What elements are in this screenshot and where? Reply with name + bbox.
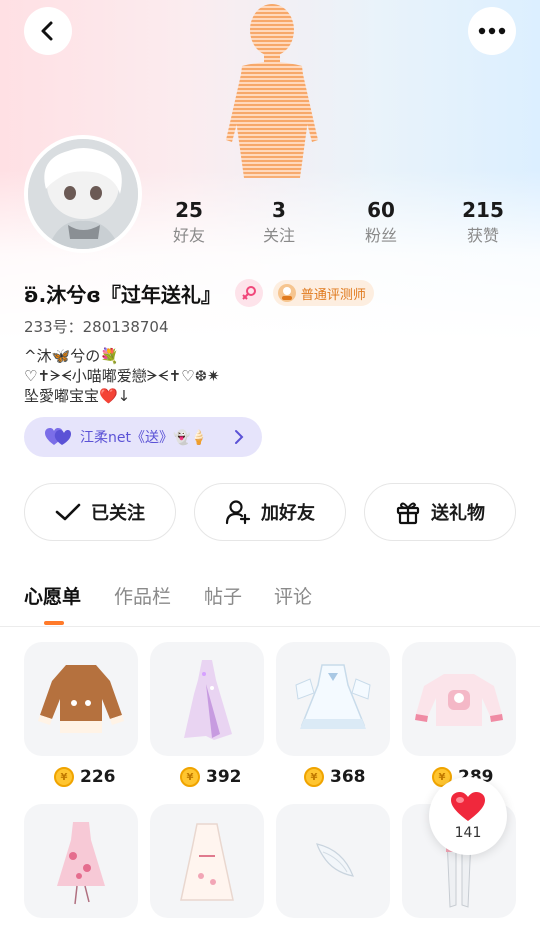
followed-label: 已关注: [91, 503, 145, 524]
profile-stats: 25 好友 3 关注 60 粉丝 215 获赞: [0, 196, 540, 256]
stat-label: 好友: [172, 226, 205, 245]
more-dots-icon: [478, 27, 506, 35]
stat-likes[interactable]: 215 获赞: [443, 196, 523, 248]
coin-icon: ¥: [180, 767, 200, 787]
stat-following[interactable]: 3 关注: [239, 196, 319, 248]
gift-icon: [396, 502, 420, 525]
chevron-right-icon: [235, 430, 244, 444]
check-icon: [55, 503, 81, 521]
stat-label: 关注: [262, 226, 295, 245]
add-friend-label: 加好友: [261, 503, 315, 524]
double-heart-icon: [45, 428, 71, 445]
add-friend-icon: [225, 500, 251, 525]
price-value: 392: [206, 767, 242, 787]
white-nightgown-image: [180, 823, 234, 901]
more-button[interactable]: [468, 7, 516, 55]
stat-label: 获赞: [466, 226, 499, 245]
tab-wishlist[interactable]: 心愿单: [24, 582, 81, 609]
bio-line: ♡✝︎ᗒᗕ小喵嘟爱戀ᗒᗕ✝︎♡❆✷: [24, 367, 220, 385]
wishlist-item[interactable]: [24, 642, 138, 756]
female-icon: [234, 279, 263, 307]
wishlist-item[interactable]: [150, 642, 264, 756]
price-value: 368: [330, 767, 366, 787]
bio-line: 坠愛嘟宝宝❤️↓: [24, 387, 131, 405]
tab-comments[interactable]: 评论: [274, 582, 312, 609]
heart-icon: [451, 792, 485, 821]
stat-value: 3: [272, 198, 286, 222]
chevron-left-icon: [41, 21, 53, 41]
wishlist-price: ¥ 226: [54, 766, 116, 788]
send-gift-button[interactable]: 送礼物: [364, 483, 516, 541]
like-button[interactable]: 141: [429, 777, 507, 855]
wishlist-item[interactable]: [276, 804, 390, 918]
stat-value: 215: [462, 198, 504, 222]
stat-value: 25: [175, 198, 203, 222]
group-name: 江柔net《送》👻🍦: [80, 430, 208, 446]
followed-button[interactable]: 已关注: [24, 483, 176, 541]
stat-fans[interactable]: 60 粉丝: [341, 196, 421, 248]
like-count: 141: [454, 825, 482, 841]
coin-icon: ¥: [304, 767, 324, 787]
wishlist-item[interactable]: [276, 642, 390, 756]
stat-value: 60: [367, 198, 395, 222]
bio-line: ^沐🦋兮の💐: [24, 347, 119, 365]
price-value: 226: [80, 767, 116, 787]
pink-sweater-image: [415, 674, 503, 726]
wishlist-price: ¥ 368: [304, 766, 366, 788]
stat-friends[interactable]: 25 好友: [149, 196, 229, 248]
tab-posts[interactable]: 帖子: [204, 582, 242, 609]
wishlist-item[interactable]: [150, 804, 264, 918]
white-wings-image: [316, 843, 354, 877]
send-gift-label: 送礼物: [431, 503, 485, 524]
tab-active-indicator: [44, 621, 64, 625]
purple-gown-image: [184, 660, 232, 740]
brown-jacket-image: [38, 665, 124, 733]
avatar-3d-figure: [226, 4, 318, 178]
coin-icon: ¥: [54, 767, 74, 787]
back-button[interactable]: [24, 7, 72, 55]
tester-badge[interactable]: 普通评测师: [272, 280, 374, 306]
tab-works[interactable]: 作品栏: [114, 582, 171, 609]
stat-label: 粉丝: [364, 226, 397, 245]
reviewer-avatar-icon: [277, 284, 296, 302]
add-friend-button[interactable]: 加好友: [194, 483, 346, 541]
bio: ^沐🦋兮の💐 ♡✝︎ᗒᗕ小喵嘟爱戀ᗒᗕ✝︎♡❆✷ 坠愛嘟宝宝❤️↓: [24, 346, 220, 406]
tester-badge-label: 普通评测师: [300, 287, 366, 303]
white-lolita-dress-image: [295, 664, 371, 729]
tab-divider: [0, 626, 540, 627]
pink-floral-dress-image: [57, 822, 105, 905]
user-id: 233号：280138704: [24, 318, 169, 336]
username: ʚ⃛⃛.沐兮ɞ『过年送礼』: [24, 282, 221, 307]
wishlist-item[interactable]: [402, 642, 516, 756]
wishlist-price: ¥ 392: [180, 766, 242, 788]
wishlist-item[interactable]: [24, 804, 138, 918]
group-link[interactable]: 江柔net《送》👻🍦: [24, 417, 262, 457]
name-row: ʚ⃛⃛.沐兮ɞ『过年送礼』 普通评测师: [24, 278, 374, 308]
